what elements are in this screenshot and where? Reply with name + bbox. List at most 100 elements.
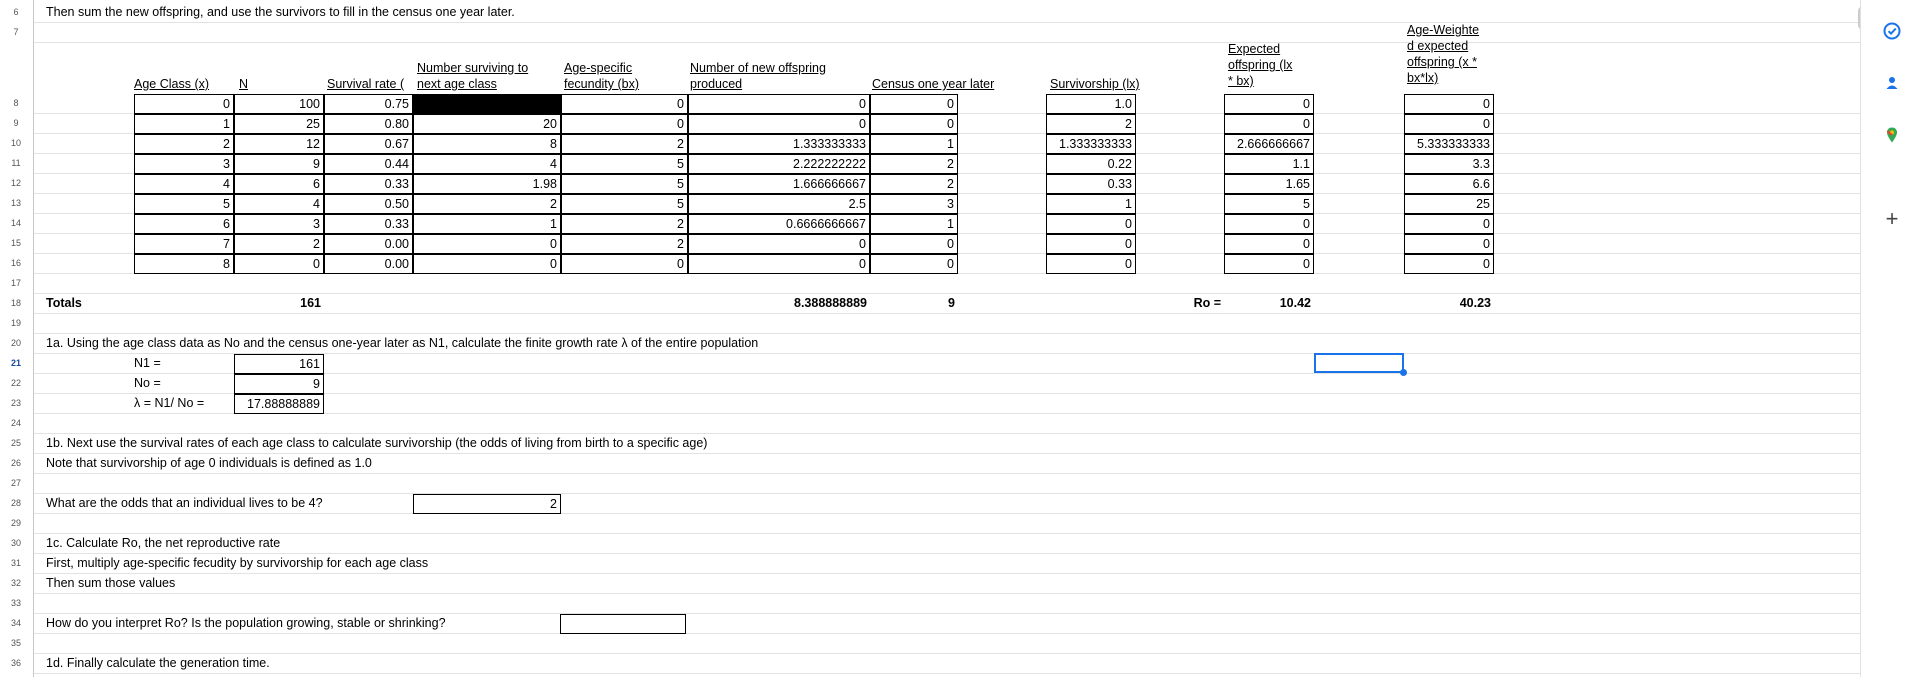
table-cell-offspring[interactable]: 0	[688, 114, 870, 134]
table-cell-fecundity[interactable]: 5	[561, 194, 688, 214]
n1-value[interactable]: 161	[234, 354, 324, 374]
contacts-icon[interactable]	[1883, 74, 1901, 92]
no-value[interactable]: 9	[234, 374, 324, 394]
row-header[interactable]: 33	[0, 593, 32, 613]
table-cell-n[interactable]: 100	[234, 94, 324, 114]
table-cell-survival[interactable]: 0.44	[324, 154, 413, 174]
table-cell-offspring[interactable]: 0.6666666667	[688, 214, 870, 234]
table-cell-survival[interactable]: 0.50	[324, 194, 413, 214]
table-cell-census[interactable]: 0	[870, 114, 958, 134]
selected-cell[interactable]	[1314, 353, 1407, 376]
row-header[interactable]: 11	[0, 153, 32, 173]
table-cell-exp[interactable]: 0	[1224, 94, 1314, 114]
row-header[interactable]: 22	[0, 373, 32, 393]
table-cell-aw[interactable]: 6.6	[1404, 174, 1494, 194]
table-cell-surviving[interactable]	[413, 94, 561, 114]
table-cell-age[interactable]: 8	[134, 254, 234, 274]
table-cell-lx[interactable]: 0	[1046, 234, 1136, 254]
table-cell-aw[interactable]: 3.3	[1404, 154, 1494, 174]
table-cell-census[interactable]: 0	[870, 254, 958, 274]
row-header[interactable]: 18	[0, 293, 32, 313]
table-cell-aw[interactable]: 0	[1404, 234, 1494, 254]
table-cell-survival[interactable]: 0.00	[324, 234, 413, 254]
table-cell-census[interactable]: 0	[870, 94, 958, 114]
row-header[interactable]: 28	[0, 493, 32, 513]
q1c-answer-cell[interactable]	[560, 614, 686, 634]
table-cell-n[interactable]: 25	[234, 114, 324, 134]
table-cell-survival[interactable]: 0.80	[324, 114, 413, 134]
q1b-answer[interactable]: 2	[413, 494, 561, 514]
table-cell-fecundity[interactable]: 0	[561, 254, 688, 274]
table-cell-lx[interactable]: 1	[1046, 194, 1136, 214]
row-header[interactable]: 23	[0, 393, 32, 413]
row-header[interactable]: 27	[0, 473, 32, 493]
table-cell-survival[interactable]: 0.75	[324, 94, 413, 114]
table-cell-census[interactable]: 1	[870, 134, 958, 154]
table-cell-exp[interactable]: 0	[1224, 214, 1314, 234]
row-header[interactable]: 35	[0, 633, 32, 653]
table-cell-age[interactable]: 3	[134, 154, 234, 174]
table-cell-census[interactable]: 2	[870, 174, 958, 194]
row-header[interactable]: 32	[0, 573, 32, 593]
table-cell-survival[interactable]: 0.33	[324, 214, 413, 234]
row-header[interactable]: 29	[0, 513, 32, 533]
table-cell-exp[interactable]: 0	[1224, 114, 1314, 134]
table-cell-fecundity[interactable]: 2	[561, 234, 688, 254]
totals-age-weighted[interactable]: 40.23	[1404, 294, 1494, 313]
row-header[interactable]: 9	[0, 113, 32, 133]
table-cell-surviving[interactable]: 8	[413, 134, 561, 154]
row-header[interactable]: 12	[0, 173, 32, 193]
row-header[interactable]: 19	[0, 313, 32, 333]
table-cell-aw[interactable]: 0	[1404, 214, 1494, 234]
maps-icon[interactable]	[1883, 126, 1901, 144]
table-cell-n[interactable]: 0	[234, 254, 324, 274]
row-header[interactable]: 21	[0, 353, 32, 373]
table-cell-census[interactable]: 1	[870, 214, 958, 234]
add-icon[interactable]: +	[1883, 206, 1901, 231]
table-cell-aw[interactable]: 0	[1404, 94, 1494, 114]
table-cell-age[interactable]: 7	[134, 234, 234, 254]
table-cell-exp[interactable]: 2.666666667	[1224, 134, 1314, 154]
table-cell-age[interactable]: 5	[134, 194, 234, 214]
table-cell-n[interactable]: 6	[234, 174, 324, 194]
table-cell-n[interactable]: 9	[234, 154, 324, 174]
table-cell-exp[interactable]: 0	[1224, 234, 1314, 254]
table-cell-surviving[interactable]: 20	[413, 114, 561, 134]
table-cell-aw[interactable]: 0	[1404, 114, 1494, 134]
row-header[interactable]: 36	[0, 653, 32, 673]
table-cell-n[interactable]: 3	[234, 214, 324, 234]
row-header[interactable]: 13	[0, 193, 32, 213]
row-header[interactable]: 14	[0, 213, 32, 233]
table-cell-surviving[interactable]: 4	[413, 154, 561, 174]
row-header[interactable]: 26	[0, 453, 32, 473]
table-cell-surviving[interactable]: 0	[413, 234, 561, 254]
table-cell-lx[interactable]: 0	[1046, 254, 1136, 274]
table-cell-lx[interactable]: 0.33	[1046, 174, 1136, 194]
row-header[interactable]: 24	[0, 413, 32, 433]
totals-census[interactable]: 9	[872, 294, 958, 313]
row-header[interactable]: 30	[0, 533, 32, 553]
table-cell-exp[interactable]: 0	[1224, 254, 1314, 274]
table-cell-n[interactable]: 12	[234, 134, 324, 154]
table-cell-lx[interactable]: 1.0	[1046, 94, 1136, 114]
table-cell-age[interactable]: 4	[134, 174, 234, 194]
table-cell-surviving[interactable]: 1.98	[413, 174, 561, 194]
table-cell-offspring[interactable]: 0	[688, 254, 870, 274]
table-cell-offspring[interactable]: 0	[688, 234, 870, 254]
table-cell-fecundity[interactable]: 2	[561, 214, 688, 234]
table-cell-census[interactable]: 2	[870, 154, 958, 174]
table-cell-survival[interactable]: 0.67	[324, 134, 413, 154]
table-cell-fecundity[interactable]: 0	[561, 94, 688, 114]
table-cell-lx[interactable]: 0	[1046, 214, 1136, 234]
table-cell-age[interactable]: 2	[134, 134, 234, 154]
table-cell-lx[interactable]: 2	[1046, 114, 1136, 134]
row-header[interactable]: 34	[0, 613, 32, 633]
table-cell-offspring[interactable]: 2.5	[688, 194, 870, 214]
table-cell-n[interactable]: 4	[234, 194, 324, 214]
table-cell-offspring[interactable]: 0	[688, 94, 870, 114]
table-cell-offspring[interactable]: 1.666666667	[688, 174, 870, 194]
row-header[interactable]: 25	[0, 433, 32, 453]
table-cell-census[interactable]: 3	[870, 194, 958, 214]
table-cell-age[interactable]: 6	[134, 214, 234, 234]
table-cell-fecundity[interactable]: 5	[561, 154, 688, 174]
